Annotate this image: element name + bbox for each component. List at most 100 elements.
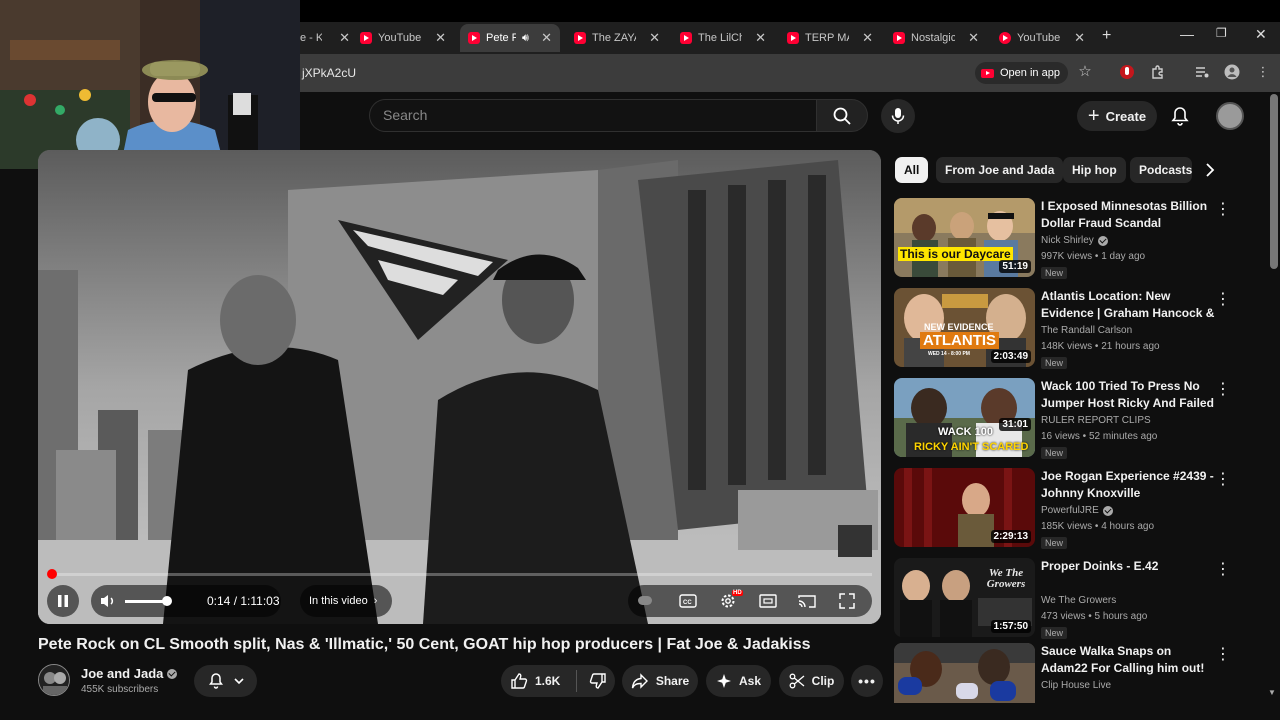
chip-hip-hop[interactable]: Hip hop: [1063, 157, 1126, 183]
youtube-favicon-icon: [787, 32, 799, 44]
close-tab-icon[interactable]: ✕: [862, 30, 873, 46]
pause-button[interactable]: [47, 585, 79, 617]
browser-tab[interactable]: YouTube M ✕: [999, 24, 1087, 52]
browser-tab-active[interactable]: Pete Ro 🔊︎ ✕: [460, 24, 560, 52]
voice-search-button[interactable]: [881, 99, 915, 133]
notifications-bell-icon[interactable]: [1169, 105, 1191, 132]
channel-name[interactable]: Joe and Jada: [81, 666, 178, 681]
chevron-down-icon: [233, 678, 244, 685]
volume-and-time-pill: 0:14 / 1:11:03: [91, 585, 281, 617]
chip-podcasts[interactable]: Podcasts: [1130, 157, 1192, 183]
like-thumb-icon[interactable]: [510, 672, 528, 690]
search-button[interactable]: [816, 99, 868, 132]
extension-red-icon[interactable]: [1119, 64, 1135, 80]
thumbnail-caption: NEW EVIDENCE: [924, 322, 994, 332]
channel-name[interactable]: PowerfulJRE: [1041, 505, 1113, 516]
more-vertical-icon[interactable]: ⋮: [1215, 560, 1231, 578]
speaker-icon[interactable]: 🔊︎: [522, 32, 529, 45]
recommended-video[interactable]: NEW EVIDENCE ATLANTIS WED 14 - 8:00 PM 2…: [894, 288, 1244, 370]
close-tab-icon[interactable]: ✕: [968, 30, 979, 46]
account-avatar[interactable]: [1216, 102, 1244, 130]
ask-button[interactable]: Ask: [706, 665, 771, 697]
video-player[interactable]: [38, 150, 881, 624]
fullscreen-icon[interactable]: [839, 593, 855, 609]
recommended-video[interactable]: 2:29:13 Joe Rogan Experience #2439 - Joh…: [894, 468, 1244, 550]
browser-tab[interactable]: TERP MAN ✕: [787, 24, 875, 52]
more-vertical-icon[interactable]: ⋮: [1215, 470, 1231, 488]
create-button[interactable]: + Create: [1077, 101, 1157, 131]
video-title[interactable]: Joe Rogan Experience #2439 - Johnny Knox…: [1041, 468, 1216, 502]
dislike-thumb-icon[interactable]: [589, 672, 607, 690]
browser-tab[interactable]: The ZAYAI ✕: [574, 24, 662, 52]
window-close-icon[interactable]: ✕: [1255, 26, 1267, 43]
subscriber-count: 455K subscribers: [81, 684, 159, 695]
channel-name[interactable]: Clip House Live: [1041, 680, 1111, 691]
recommended-video[interactable]: We The Growers 1:57:50 Proper Doinks - E…: [894, 558, 1244, 640]
video-title[interactable]: Atlantis Location: New Evidence | Graham…: [1041, 288, 1216, 322]
chip-from-channel[interactable]: From Joe and Jada: [936, 157, 1064, 183]
media-control-icon[interactable]: [1194, 64, 1210, 80]
captions-icon[interactable]: CC: [679, 593, 697, 609]
open-in-app-button[interactable]: Open in app: [975, 62, 1068, 84]
chip-all[interactable]: All: [895, 157, 929, 183]
close-tab-icon[interactable]: ✕: [435, 30, 446, 46]
bookmark-star-icon[interactable]: ☆: [1077, 64, 1093, 80]
recommended-video[interactable]: WACK 100 RICKY AIN'T SCARED 31:01 Wack 1…: [894, 378, 1244, 460]
more-vertical-icon[interactable]: ⋮: [1215, 290, 1231, 308]
browser-tab[interactable]: The LilChik ✕: [680, 24, 768, 52]
search-input[interactable]: Search: [369, 99, 816, 132]
recommended-video[interactable]: Sauce Walka Snaps on Adam22 For Calling …: [894, 643, 1244, 703]
channel-name[interactable]: We The Growers: [1041, 595, 1116, 606]
channel-avatar[interactable]: [38, 664, 70, 696]
channel-name[interactable]: Nick Shirley: [1041, 235, 1108, 246]
recommended-video[interactable]: This is our Daycare 51:19 I Exposed Minn…: [894, 198, 1244, 280]
browser-tab[interactable]: YouTube M ✕: [360, 24, 448, 52]
channel-name[interactable]: RULER REPORT CLIPS: [1041, 415, 1151, 426]
cast-icon[interactable]: [798, 593, 816, 609]
video-title[interactable]: Sauce Walka Snaps on Adam22 For Calling …: [1041, 643, 1216, 677]
video-thumbnail[interactable]: We The Growers 1:57:50: [894, 558, 1035, 637]
page-scrollbar[interactable]: [1270, 94, 1278, 269]
volume-handle[interactable]: [162, 595, 172, 606]
profile-icon[interactable]: [1224, 64, 1240, 80]
browser-tab[interactable]: e - K ✕: [300, 24, 350, 52]
video-title[interactable]: Proper Doinks - E.42: [1041, 558, 1216, 592]
close-tab-icon[interactable]: ✕: [541, 30, 552, 46]
close-tab-icon[interactable]: ✕: [339, 30, 350, 46]
browser-menu-icon[interactable]: ⋮: [1255, 64, 1271, 80]
close-tab-icon[interactable]: ✕: [755, 30, 766, 46]
minimize-icon[interactable]: —: [1180, 26, 1194, 42]
channel-name[interactable]: The Randall Carlson: [1041, 325, 1132, 336]
video-thumbnail[interactable]: 2:29:13: [894, 468, 1035, 547]
video-title[interactable]: I Exposed Minnesotas Billion Dollar Frau…: [1041, 198, 1216, 232]
video-thumbnail[interactable]: NEW EVIDENCE ATLANTIS WED 14 - 8:00 PM 2…: [894, 288, 1035, 367]
video-thumbnail[interactable]: This is our Daycare 51:19: [894, 198, 1035, 277]
url-field[interactable]: jXPkA2cU: [302, 66, 356, 80]
video-title[interactable]: Wack 100 Tried To Press No Jumper Host R…: [1041, 378, 1216, 412]
like-count[interactable]: 1.6K: [535, 674, 560, 688]
chips-next-button[interactable]: [1200, 160, 1220, 180]
new-tab-icon[interactable]: +: [1102, 27, 1111, 45]
video-thumbnail[interactable]: WACK 100 RICKY AIN'T SCARED 31:01: [894, 378, 1035, 457]
close-tab-icon[interactable]: ✕: [649, 30, 660, 46]
video-meta: 185K views • 4 hours ago: [1041, 521, 1155, 532]
share-button[interactable]: Share: [622, 665, 698, 697]
more-vertical-icon[interactable]: ⋮: [1215, 645, 1231, 663]
more-vertical-icon[interactable]: ⋮: [1215, 200, 1231, 218]
progress-bar[interactable]: [47, 569, 872, 579]
close-tab-icon[interactable]: ✕: [1074, 30, 1085, 46]
autoplay-toggle-icon[interactable]: [638, 596, 652, 605]
volume-slider[interactable]: [125, 595, 172, 606]
more-vertical-icon[interactable]: ⋮: [1215, 380, 1231, 398]
more-actions-button[interactable]: •••: [851, 665, 883, 697]
restore-icon[interactable]: ❐: [1216, 26, 1227, 40]
browser-tab[interactable]: Nostalgic ✕: [893, 24, 981, 52]
miniplayer-icon[interactable]: [759, 593, 777, 609]
volume-icon[interactable]: [99, 593, 117, 609]
subscription-bell-button[interactable]: [194, 665, 257, 697]
video-thumbnail[interactable]: [894, 643, 1035, 703]
clip-button[interactable]: Clip: [779, 665, 844, 697]
in-this-video-button[interactable]: In this video ›: [300, 585, 392, 617]
extensions-puzzle-icon[interactable]: [1150, 64, 1166, 80]
scroll-down-arrow-icon[interactable]: ▼: [1268, 688, 1276, 697]
